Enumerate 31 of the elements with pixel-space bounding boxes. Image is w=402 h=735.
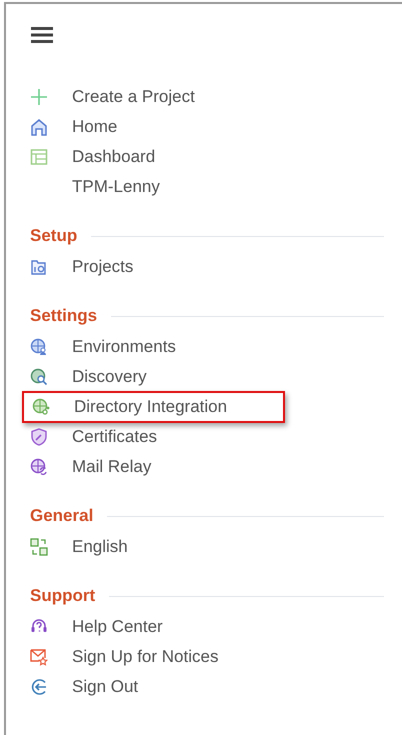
- translate-icon: [30, 538, 48, 556]
- menu-item[interactable]: Dashboard: [30, 142, 156, 172]
- menu-item[interactable]: Help Center: [30, 612, 163, 642]
- menu-item[interactable]: Sign Up for Notices: [30, 642, 218, 672]
- menu-item[interactable]: Create a Project: [30, 82, 195, 112]
- menu-item[interactable]: Sign Out: [30, 672, 138, 702]
- mail-star-icon: [30, 648, 48, 666]
- menu-item[interactable]: Mail Relay: [30, 452, 152, 482]
- menu-icon[interactable]: [31, 26, 53, 44]
- shield-icon: [30, 428, 48, 446]
- panel-icon: [30, 148, 48, 166]
- menu-item[interactable]: Home: [30, 112, 118, 142]
- globe-network-icon: [32, 398, 50, 416]
- menu-item[interactable]: Projects: [30, 252, 134, 282]
- section-heading: General: [30, 506, 94, 526]
- globe-search-icon: [30, 368, 48, 386]
- plus-icon: [30, 88, 48, 106]
- section-heading: Settings: [30, 306, 98, 326]
- menu-item[interactable]: Certificates: [30, 422, 158, 452]
- globe-sync-icon: [30, 458, 48, 476]
- section-heading: Support: [30, 586, 96, 606]
- sign-out-icon: [30, 678, 48, 696]
- menu-item[interactable]: Environments: [30, 332, 176, 362]
- house-icon: [30, 118, 48, 136]
- folder-gear-icon: [30, 258, 48, 276]
- menu-item[interactable]: English: [30, 532, 128, 562]
- globe-user-icon: [30, 338, 48, 356]
- section-heading: Setup: [30, 226, 78, 246]
- menu-item[interactable]: Directory Integration: [22, 391, 286, 423]
- menu-item[interactable]: Discovery: [30, 362, 147, 392]
- menu-item[interactable]: TPM-Lenny: [30, 172, 160, 202]
